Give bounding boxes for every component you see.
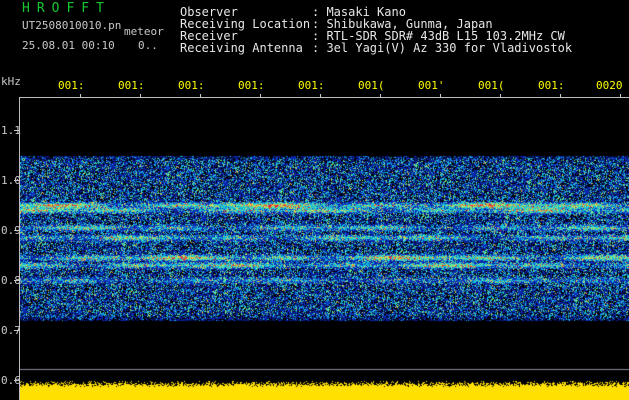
y-tick-mark (14, 280, 20, 281)
antenna-label: Receiving Antenna (180, 41, 303, 55)
antenna-value: : 3el Yagi(V) Az 330 for Vladivostok (312, 41, 573, 55)
time-tick: 001( (358, 79, 385, 92)
time-tick: 001: (178, 79, 205, 92)
app-title: HROFFT (22, 1, 111, 16)
time-tick: 001: (238, 79, 265, 92)
time-tick: 001: (538, 79, 565, 92)
y-tick-mark (14, 380, 20, 381)
spectrogram-canvas (20, 98, 629, 400)
time-tick: 001' (418, 79, 445, 92)
y-tick-mark (14, 180, 20, 181)
y-axis-unit: kHz (1, 75, 21, 88)
time-tick: 001( (478, 79, 505, 92)
datetime-label: 25.08.01 00:10 (22, 39, 115, 52)
y-tick-mark (14, 330, 20, 331)
time-tick: 001: (298, 79, 325, 92)
time-tick: 0020 (596, 79, 623, 92)
y-tick-mark (14, 130, 20, 131)
file-name: UT2508010010.pn (22, 19, 122, 32)
counter-label: 0.. (138, 39, 158, 52)
y-tick-mark (14, 230, 20, 231)
meteor-label: meteor (124, 25, 164, 38)
hrofft-window: HROFFT UT2508010010.pn meteor 25.08.01 0… (0, 0, 629, 400)
time-tick: 001: (118, 79, 145, 92)
time-tick: 001: (58, 79, 85, 92)
